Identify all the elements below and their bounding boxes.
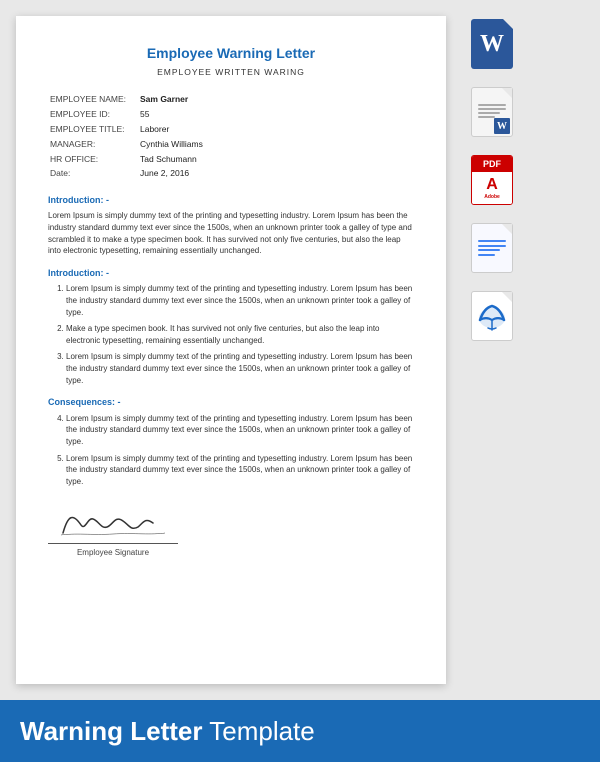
section2-heading: Introduction: - — [48, 267, 414, 280]
field-value-manager: Cynthia Williams — [138, 137, 414, 152]
section1-heading: Introduction: - — [48, 194, 414, 207]
word-blue-icon: W — [471, 19, 515, 71]
bottom-title-bold: Warning Letter — [20, 716, 202, 746]
signature-label: Employee Signature — [48, 547, 178, 558]
bottom-title: Warning Letter Template — [20, 716, 315, 747]
corner-fold-icon — [503, 19, 513, 29]
signature-svg — [53, 505, 173, 537]
field-label-hr-office: HR OFFICE: — [48, 152, 138, 167]
field-row-date: Date: June 2, 2016 — [48, 167, 414, 182]
google-docs-button[interactable] — [464, 220, 522, 278]
libreoffice-svg — [476, 298, 508, 334]
list-item: Lorem Ipsum is simply dummy text of the … — [66, 413, 414, 448]
word-doc-icon: W — [471, 87, 515, 139]
field-row-employee-title: EMPLOYEE TITLE: Laborer — [48, 122, 414, 137]
pdf-a-logo: A — [486, 176, 498, 194]
pdf-button[interactable]: PDF A Adobe — [464, 152, 522, 210]
word-badge: W — [494, 118, 510, 134]
field-row-employee-id: EMPLOYEE ID: 55 — [48, 107, 414, 122]
document-subtitle: EMPLOYEE WRITTEN WARING — [48, 67, 414, 79]
pdf-icon: PDF A Adobe — [471, 155, 515, 207]
document-title: Employee Warning Letter — [48, 44, 414, 64]
list-item: Make a type specimen book. It has surviv… — [66, 323, 414, 346]
pdf-adobe-text: Adobe — [484, 194, 500, 200]
corner-fold-doc — [502, 88, 512, 98]
main-container: Employee Warning Letter EMPLOYEE WRITTEN… — [0, 0, 600, 762]
google-docs-icon — [471, 223, 515, 275]
sidebar-icons: W W — [458, 16, 528, 684]
pdf-top-bar: PDF — [472, 156, 512, 172]
field-label-employee-title: EMPLOYEE TITLE: — [48, 122, 138, 137]
field-row-employee-name: EMPLOYEE NAME: Sam Garner — [48, 92, 414, 107]
bottom-bar: Warning Letter Template — [0, 700, 600, 762]
pdf-label: PDF — [483, 159, 501, 169]
field-label-manager: MANAGER: — [48, 137, 138, 152]
pdf-bottom: A Adobe — [472, 172, 512, 204]
section1-body: Lorem Ipsum is simply dummy text of the … — [48, 210, 414, 256]
field-value-employee-title: Laborer — [138, 122, 414, 137]
word-blue-button[interactable]: W — [464, 16, 522, 74]
document-preview: Employee Warning Letter EMPLOYEE WRITTEN… — [16, 16, 446, 684]
corner-fold-writer — [502, 292, 512, 302]
list-item: Lorem Ipsum is simply dummy text of the … — [66, 283, 414, 318]
word-doc-button[interactable]: W — [464, 84, 522, 142]
section2-list: Lorem Ipsum is simply dummy text of the … — [48, 283, 414, 386]
signature-image — [48, 505, 178, 541]
field-label-employee-name: EMPLOYEE NAME: — [48, 92, 138, 107]
field-value-employee-name: Sam Garner — [138, 92, 414, 107]
list-item: Lorem Ipsum is simply dummy text of the … — [66, 351, 414, 386]
signature-line — [48, 543, 178, 544]
field-value-hr-office: Tad Schumann — [138, 152, 414, 167]
section3-list: Lorem Ipsum is simply dummy text of the … — [48, 413, 414, 488]
signature-area: Employee Signature — [48, 505, 414, 558]
bottom-title-normal: Template — [202, 716, 314, 746]
field-row-hr-office: HR OFFICE: Tad Schumann — [48, 152, 414, 167]
word-letter-w: W — [480, 31, 504, 58]
field-label-date: Date: — [48, 167, 138, 182]
libreoffice-button[interactable] — [464, 288, 522, 346]
field-row-manager: MANAGER: Cynthia Williams — [48, 137, 414, 152]
field-value-date: June 2, 2016 — [138, 167, 414, 182]
section3-heading: Consequences: - — [48, 396, 414, 409]
libreoffice-icon — [471, 291, 515, 343]
field-value-employee-id: 55 — [138, 107, 414, 122]
content-area: Employee Warning Letter EMPLOYEE WRITTEN… — [0, 0, 600, 700]
corner-fold-docs — [502, 224, 512, 234]
fields-table: EMPLOYEE NAME: Sam Garner EMPLOYEE ID: 5… — [48, 92, 414, 181]
docs-lines — [478, 240, 506, 256]
list-item: Lorem Ipsum is simply dummy text of the … — [66, 453, 414, 488]
field-label-employee-id: EMPLOYEE ID: — [48, 107, 138, 122]
